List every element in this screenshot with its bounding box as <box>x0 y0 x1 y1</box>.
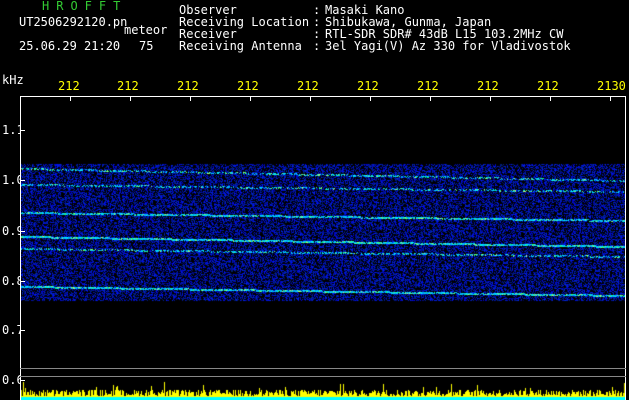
info-label-antenna: Receiving Antenna <box>179 39 302 53</box>
header-datetime: 25.06.29 21:20 <box>19 39 121 53</box>
x-tick-label: 212 <box>58 79 80 93</box>
info-value-antenna: 3el Yagi(V) Az 330 for Vladivostok <box>325 39 571 53</box>
spectrogram-plot <box>20 96 626 400</box>
header-brand: HROFFT <box>42 0 128 13</box>
header-count: 75 <box>139 39 154 53</box>
x-tick-label: 212 <box>117 79 139 93</box>
x-tick-label: 212 <box>537 79 559 93</box>
x-tick-label: 212 <box>237 79 259 93</box>
x-tick-label: 212 <box>417 79 439 93</box>
x-tick-label: 2130 <box>597 79 626 93</box>
header-file-name: UT2506292120.pn <box>19 15 128 29</box>
x-tick-label: 212 <box>297 79 319 93</box>
x-tick-label: 212 <box>177 79 199 93</box>
x-tick-label: 212 <box>477 79 499 93</box>
info-colon: : <box>313 39 321 53</box>
x-tick-label: 212 <box>357 79 379 93</box>
header-type: meteor <box>124 23 168 37</box>
y-axis-unit: kHz <box>2 73 24 87</box>
